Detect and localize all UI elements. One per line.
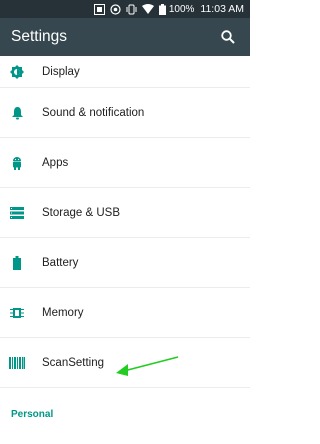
settings-item-memory[interactable]: Memory: [0, 288, 250, 338]
memory-icon: [0, 306, 42, 320]
settings-list: Display Sound & notification Apps Storag…: [0, 56, 250, 440]
bell-icon: [0, 106, 42, 120]
settings-item-label: ScanSetting: [42, 356, 105, 369]
wifi-icon: [141, 0, 154, 18]
sync-icon: [110, 0, 121, 18]
app-toolbar: Settings: [0, 18, 250, 56]
settings-item-battery[interactable]: Battery: [0, 238, 250, 288]
settings-item-label: Battery: [42, 256, 79, 269]
settings-item-storage-usb[interactable]: Storage & USB: [0, 188, 250, 238]
vibrate-icon: [126, 0, 137, 18]
scanner-icon: [93, 0, 105, 18]
settings-item-display[interactable]: Display: [0, 56, 250, 88]
settings-item-label: Memory: [42, 306, 84, 319]
search-button[interactable]: [218, 27, 238, 47]
battery-percent: 100%: [168, 3, 195, 15]
settings-item-label: Storage & USB: [42, 206, 120, 219]
clock: 11:03 AM: [200, 3, 244, 15]
settings-item-apps[interactable]: Apps: [0, 138, 250, 188]
section-header-personal: Personal: [11, 408, 54, 420]
settings-item-label: Display: [42, 65, 80, 78]
battery-icon: [158, 0, 166, 18]
page-title: Settings: [11, 28, 68, 45]
battery-icon: [0, 255, 42, 270]
android-icon: [0, 156, 42, 170]
search-icon: [221, 30, 235, 44]
barcode-icon: [0, 356, 42, 369]
brightness-icon: [0, 64, 42, 79]
status-bar: 100% 11:03 AM: [0, 0, 250, 18]
settings-item-label: Sound & notification: [42, 106, 145, 119]
settings-item-scansetting[interactable]: ScanSetting: [0, 338, 250, 388]
storage-icon: [0, 206, 42, 219]
settings-item-label: Apps: [42, 156, 69, 169]
settings-item-sound-notification[interactable]: Sound & notification: [0, 88, 250, 138]
